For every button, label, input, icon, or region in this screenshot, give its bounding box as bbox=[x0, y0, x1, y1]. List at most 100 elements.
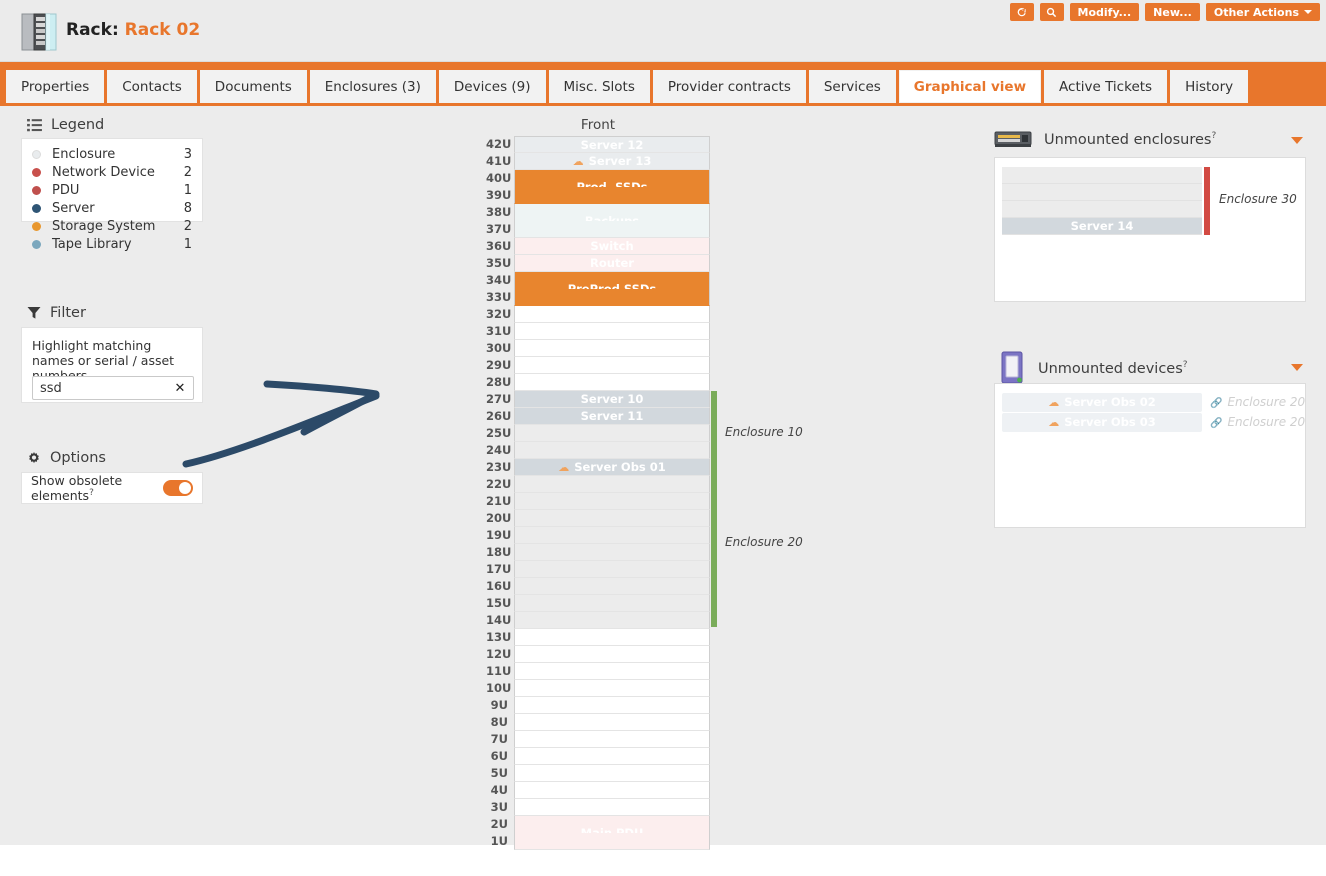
unmounted-device-chip[interactable]: ☁ Server Obs 02 bbox=[1002, 393, 1202, 412]
enclosure-slot[interactable] bbox=[1002, 184, 1202, 201]
rack-unit-slot[interactable] bbox=[514, 323, 710, 340]
rack-unit-slot[interactable]: Server 12 bbox=[514, 136, 710, 153]
rack-unit-slot[interactable]: ☁ Server 13 bbox=[514, 153, 710, 170]
unmounted-device-chip[interactable]: ☁ Server Obs 03 bbox=[1002, 413, 1202, 432]
rack-unit-slot[interactable]: Backups bbox=[514, 204, 710, 228]
rack-unit-slot[interactable] bbox=[514, 442, 710, 459]
legend-item[interactable]: Network Device 2 bbox=[22, 163, 202, 181]
rack-unit-slot[interactable] bbox=[514, 748, 710, 765]
unmounted-devices-collapse-icon[interactable] bbox=[1291, 364, 1303, 371]
unmounted-device-enclosure-link[interactable]: 🔗 Enclosure 20 bbox=[1210, 393, 1305, 412]
enclosure-name[interactable]: Enclosure 10 bbox=[725, 425, 803, 439]
rack-unit-slot[interactable] bbox=[514, 782, 710, 799]
filter-input-wrapper[interactable]: ✕ bbox=[32, 376, 194, 400]
rack-unit-slot[interactable] bbox=[514, 629, 710, 646]
tab-history[interactable]: History bbox=[1170, 70, 1249, 103]
tab-documents[interactable]: Documents bbox=[199, 70, 307, 103]
rack-unit-slot[interactable] bbox=[514, 527, 710, 544]
search-button[interactable] bbox=[1039, 3, 1064, 21]
rack-element-label[interactable]: Switch bbox=[515, 238, 709, 255]
rack-unit-slot[interactable] bbox=[514, 357, 710, 374]
rack-unit-slot[interactable] bbox=[514, 680, 710, 697]
rack-unit-slot[interactable] bbox=[514, 697, 710, 714]
rack-element-label[interactable]: ☁ Server 13 bbox=[515, 153, 709, 170]
help-marker[interactable]: ? bbox=[89, 488, 94, 498]
legend-item-label: Storage System bbox=[52, 218, 156, 234]
rack-element-label[interactable]: Server 12 bbox=[515, 137, 709, 154]
rack-unit-slot[interactable] bbox=[514, 714, 710, 731]
other-actions-button[interactable]: Other Actions bbox=[1205, 3, 1320, 21]
rack-element-label[interactable]: Server 11 bbox=[515, 408, 709, 425]
rack-unit-slot[interactable]: Server 10 bbox=[514, 391, 710, 408]
header-toolbar: Modify... New... Other Actions bbox=[1009, 3, 1320, 21]
tab-enclosures-3[interactable]: Enclosures (3) bbox=[309, 70, 436, 103]
enclosure-slot[interactable] bbox=[1002, 167, 1202, 184]
rack-unit-slot[interactable] bbox=[514, 833, 710, 850]
rack-unit-slot[interactable]: Prod. SSDs bbox=[514, 170, 710, 194]
rack-unit-slot[interactable]: ☁ Server Obs 01 bbox=[514, 459, 710, 476]
rack-unit-slot[interactable] bbox=[514, 663, 710, 680]
legend-item[interactable]: PDU 1 bbox=[22, 181, 202, 199]
rack-unit-slot[interactable] bbox=[514, 799, 710, 816]
tab-misc-slots[interactable]: Misc. Slots bbox=[548, 70, 650, 103]
rack-unit-slot[interactable] bbox=[514, 595, 710, 612]
tab-properties[interactable]: Properties bbox=[6, 70, 105, 103]
show-obsolete-toggle[interactable] bbox=[163, 480, 193, 496]
tab-devices-9[interactable]: Devices (9) bbox=[438, 70, 546, 103]
rack-unit-slot[interactable]: Switch bbox=[514, 238, 710, 255]
clear-filter-icon[interactable]: ✕ bbox=[172, 379, 188, 397]
tab-contacts[interactable]: Contacts bbox=[107, 70, 197, 103]
rack-element-label[interactable]: Router bbox=[515, 255, 709, 272]
rack-element-name: Server 13 bbox=[588, 154, 652, 168]
enclosure-slot[interactable] bbox=[1002, 201, 1202, 218]
rack-unit-slot[interactable] bbox=[514, 187, 710, 204]
unmounted-enclosures-collapse-icon[interactable] bbox=[1291, 137, 1303, 144]
rack-unit-slot[interactable] bbox=[514, 493, 710, 510]
filter-input[interactable] bbox=[33, 377, 171, 399]
rack-unit-slot[interactable] bbox=[514, 510, 710, 527]
help-marker[interactable]: ? bbox=[1183, 360, 1188, 370]
rack-unit-slot[interactable]: Server 11 bbox=[514, 408, 710, 425]
rack-unit-slot[interactable] bbox=[514, 765, 710, 782]
rack-unit-slot[interactable] bbox=[514, 544, 710, 561]
tab-label: Enclosures (3) bbox=[324, 78, 421, 95]
legend-item[interactable]: Tape Library 1 bbox=[22, 235, 202, 253]
enclosure-name[interactable]: Enclosure 30 bbox=[1219, 192, 1297, 206]
rack-unit-slot[interactable] bbox=[514, 221, 710, 238]
enclosure-device-label[interactable]: Server 14 bbox=[1002, 218, 1202, 235]
enclosure-name[interactable]: Enclosure 20 bbox=[725, 535, 803, 549]
tab-graphical-view[interactable]: Graphical view bbox=[898, 70, 1042, 103]
enclosure-bar[interactable] bbox=[711, 459, 717, 627]
legend-item[interactable]: Enclosure 3 bbox=[22, 145, 202, 163]
new-button[interactable]: New... bbox=[1145, 3, 1200, 21]
legend-item[interactable]: Storage System 2 bbox=[22, 217, 202, 235]
rack-unit-slot[interactable] bbox=[514, 306, 710, 323]
unmounted-device-enclosure-link[interactable]: 🔗 Enclosure 20 bbox=[1210, 413, 1305, 432]
rack-unit-slot[interactable] bbox=[514, 646, 710, 663]
legend-color-dot bbox=[32, 239, 41, 249]
rack-unit-slot[interactable]: PreProd SSDs bbox=[514, 272, 710, 296]
rack-unit-slot[interactable] bbox=[514, 561, 710, 578]
rack-unit-slot[interactable] bbox=[514, 425, 710, 442]
rack-unit-slot[interactable]: Router bbox=[514, 255, 710, 272]
modify-button[interactable]: Modify... bbox=[1069, 3, 1140, 21]
legend-item[interactable]: Server 8 bbox=[22, 199, 202, 217]
rack-element-label[interactable]: Server 10 bbox=[515, 391, 709, 408]
obsolete-icon: ☁ bbox=[1048, 396, 1060, 409]
rack-unit-slot[interactable] bbox=[514, 612, 710, 629]
enclosure-bar[interactable] bbox=[1204, 167, 1210, 235]
rack-unit-slot[interactable] bbox=[514, 476, 710, 493]
tab-active-tickets[interactable]: Active Tickets bbox=[1044, 70, 1168, 103]
rack-unit-slot[interactable] bbox=[514, 578, 710, 595]
help-marker[interactable]: ? bbox=[1211, 131, 1216, 141]
rack-unit-slot[interactable] bbox=[514, 340, 710, 357]
rack-unit-slot[interactable] bbox=[514, 374, 710, 391]
rack-unit-slot[interactable] bbox=[514, 731, 710, 748]
rack-element-label[interactable]: ☁ Server Obs 01 bbox=[515, 459, 709, 476]
rack-unit-slot[interactable]: Main PDU bbox=[514, 816, 710, 840]
enclosure-slot[interactable]: Server 14 bbox=[1002, 218, 1202, 235]
rack-unit-slot[interactable] bbox=[514, 289, 710, 306]
refresh-button[interactable] bbox=[1009, 3, 1034, 21]
tab-provider-contracts[interactable]: Provider contracts bbox=[652, 70, 806, 103]
tab-services[interactable]: Services bbox=[808, 70, 896, 103]
